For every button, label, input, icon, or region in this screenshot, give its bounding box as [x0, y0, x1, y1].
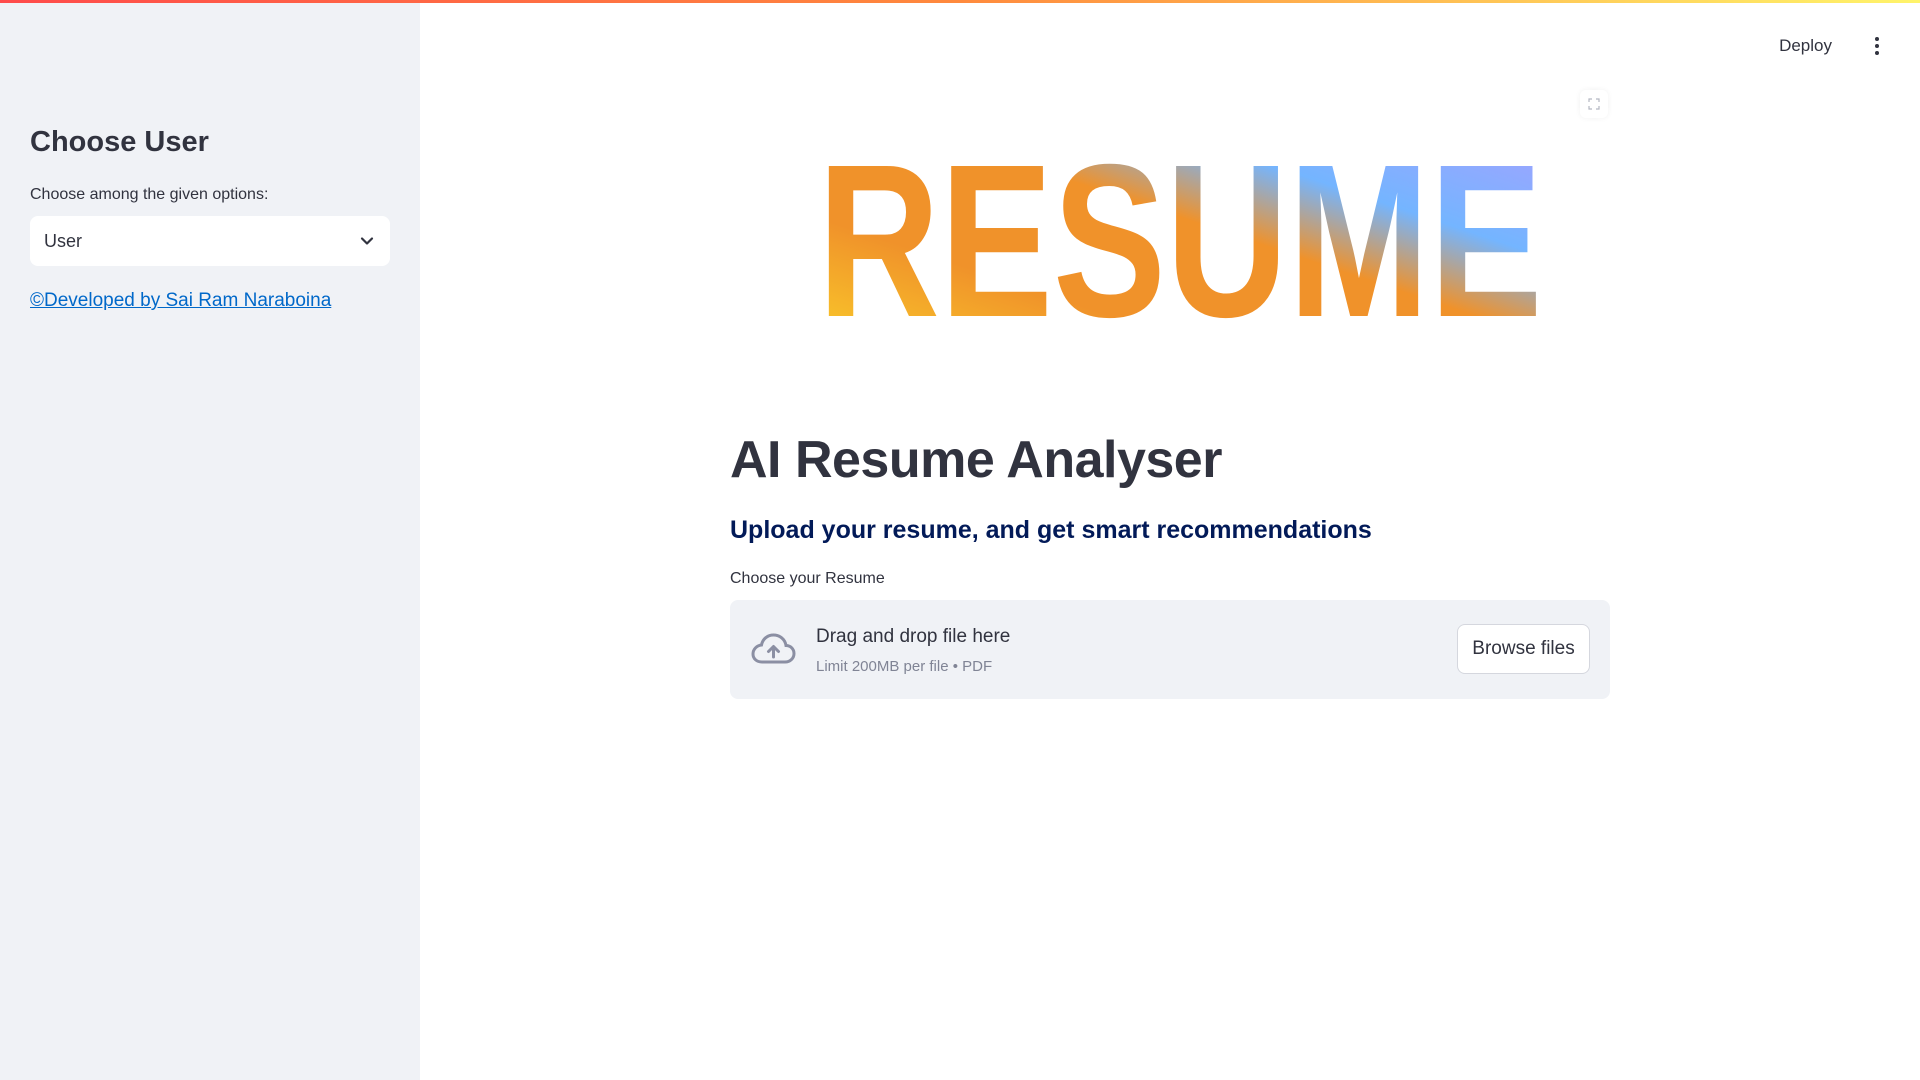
user-select-value: User — [44, 230, 83, 251]
kebab-menu-icon[interactable] — [1862, 28, 1892, 64]
select-label: Choose among the given options: — [30, 186, 269, 203]
uploader-label: Choose your Resume — [730, 570, 885, 587]
browse-files-button[interactable]: Browse files — [1457, 624, 1590, 674]
header-toolbar: Deploy — [1765, 28, 1920, 64]
cloud-upload-icon — [751, 633, 796, 664]
sidebar-heading: Choose User — [30, 126, 209, 158]
chevron-down-icon — [358, 232, 376, 250]
dropzone-limit: Limit 200MB per file • PDF — [816, 658, 993, 675]
dropzone-instructions: Drag and drop file here — [816, 626, 1011, 647]
hero-text: RESUME — [818, 138, 1543, 328]
sidebar: Choose User Choose among the given optio… — [0, 0, 420, 1080]
fullscreen-icon[interactable] — [1580, 90, 1608, 118]
page-subtitle: Upload your resume, and get smart recomm… — [730, 516, 1372, 544]
resume-banner-image: RESUME — [818, 138, 1543, 328]
developer-credit-link[interactable]: ©Developed by Sai Ram Naraboina — [30, 290, 331, 312]
file-dropzone[interactable]: Drag and drop file here Limit 200MB per … — [730, 600, 1610, 699]
deploy-button[interactable]: Deploy — [1765, 30, 1846, 62]
page-title: AI Resume Analyser — [730, 431, 1222, 489]
top-decoration-stripe — [0, 0, 1920, 3]
user-type-select[interactable]: User — [30, 216, 390, 266]
